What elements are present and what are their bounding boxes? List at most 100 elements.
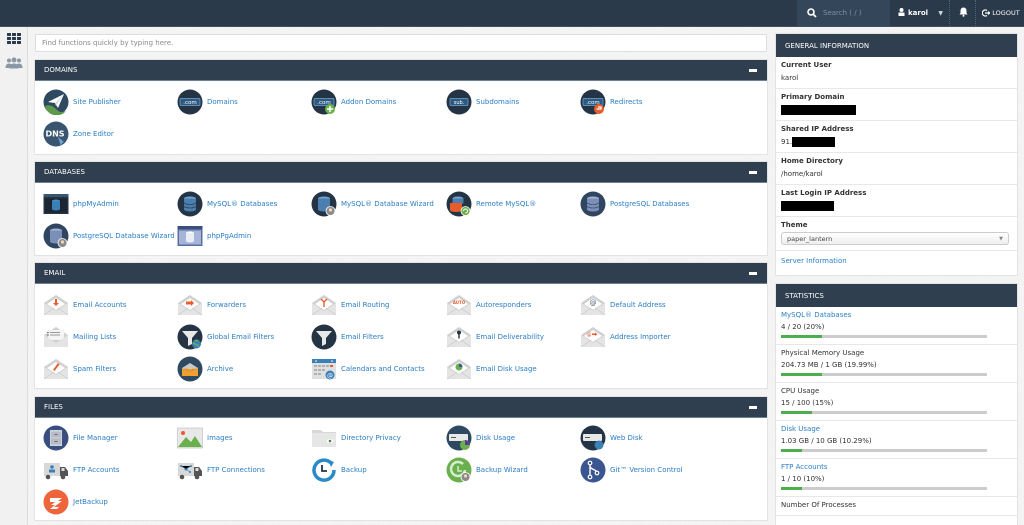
dotcom-icon: .com bbox=[177, 89, 203, 115]
tool-file-manager[interactable]: File Manager bbox=[43, 424, 118, 452]
tool-disk-usage[interactable]: Disk Usage bbox=[446, 424, 515, 452]
collapse-icon[interactable] bbox=[749, 272, 757, 275]
stat-label[interactable]: FTP Accounts bbox=[781, 463, 1012, 471]
tool-ftp-accounts[interactable]: FTP Accounts bbox=[43, 456, 120, 484]
logout-label: LOGOUT bbox=[992, 9, 1020, 17]
collapse-icon[interactable] bbox=[749, 171, 757, 174]
tool-subdomains[interactable]: sub. Subdomains bbox=[446, 88, 519, 116]
notifications-button[interactable] bbox=[952, 0, 976, 26]
tool-jetbackup[interactable]: JetBackup bbox=[43, 488, 108, 516]
tool-remote-mysql[interactable]: Remote MySQL® bbox=[446, 190, 536, 218]
tool-label: Email Routing bbox=[341, 301, 390, 309]
web-disk-icon bbox=[580, 425, 606, 451]
top-search[interactable] bbox=[797, 0, 890, 26]
email-accounts-icon bbox=[43, 292, 69, 318]
tool-label: Address Importer bbox=[610, 333, 671, 341]
email-panel-header[interactable]: EMAIL bbox=[35, 263, 767, 284]
tool-address-importer[interactable]: @ Address Importer bbox=[580, 323, 671, 351]
forwarders-icon bbox=[177, 292, 203, 318]
files-panel-header[interactable]: FILES bbox=[35, 397, 767, 418]
tool-mailing-lists[interactable]: Mailing Lists bbox=[43, 323, 116, 351]
info-label: Last Login IP Address bbox=[781, 189, 867, 197]
tool-domains[interactable]: .com Domains bbox=[177, 88, 238, 116]
tool-label: PostgreSQL Databases bbox=[610, 200, 690, 208]
general-information-panel: GENERAL INFORMATION Current User karol P… bbox=[775, 33, 1018, 276]
tool-email-deliverability[interactable]: Email Deliverability bbox=[446, 323, 544, 351]
tool-label: MySQL® Database Wizard bbox=[341, 200, 434, 208]
svg-text:@: @ bbox=[327, 373, 333, 380]
sub-domain-icon: sub. bbox=[446, 89, 472, 115]
tool-images[interactable]: Images bbox=[177, 424, 233, 452]
tool-spam-filters[interactable]: Spam Filters bbox=[43, 355, 116, 383]
svg-text:DNS: DNS bbox=[45, 130, 64, 139]
stat-row: Disk Usage 1.03 GB / 10 GB (10.29%) bbox=[776, 421, 1017, 459]
tool-backup[interactable]: Backup bbox=[311, 456, 367, 484]
top-search-input[interactable] bbox=[823, 5, 883, 21]
tool-postgresql-databases[interactable]: PostgreSQL Databases bbox=[580, 190, 689, 218]
tool-label: Default Address bbox=[610, 301, 666, 309]
user-menu[interactable]: karol ▼ bbox=[890, 0, 950, 26]
tool-directory-privacy[interactable]: Directory Privacy bbox=[311, 424, 401, 452]
redacted-block bbox=[781, 201, 834, 211]
database-icon bbox=[177, 191, 203, 217]
tool-ftp-connections[interactable]: FTP Connections bbox=[177, 456, 265, 484]
tools-grid-icon[interactable] bbox=[7, 33, 21, 45]
collapse-icon[interactable] bbox=[749, 69, 757, 72]
tool-default-address[interactable]: @ Default Address bbox=[580, 291, 666, 319]
tool-email-filters[interactable]: Email Filters bbox=[311, 323, 384, 351]
stat-label[interactable]: MySQL® Databases bbox=[781, 311, 1012, 319]
theme-value: paper_lantern bbox=[787, 234, 833, 243]
panel-title: GENERAL INFORMATION bbox=[785, 41, 870, 50]
statistics-list: MySQL® Databases 4 / 20 (20%) Physical Mem… bbox=[776, 307, 1017, 516]
tool-phppgadmin[interactable]: phpPgAdmin bbox=[177, 222, 251, 250]
stat-label[interactable]: Disk Usage bbox=[781, 425, 1012, 433]
tool-label: Remote MySQL® bbox=[476, 200, 537, 208]
databases-panel-header[interactable]: DATABASES bbox=[35, 162, 767, 183]
domains-panel-header[interactable]: DOMAINS bbox=[35, 60, 767, 81]
user-manager-icon[interactable] bbox=[5, 57, 23, 69]
bell-icon bbox=[959, 7, 968, 20]
tool-email-disk-usage[interactable]: Email Disk Usage bbox=[446, 355, 537, 383]
tool-label: Mailing Lists bbox=[73, 333, 117, 341]
tool-git-version-control[interactable]: Git™ Version Control bbox=[580, 456, 683, 484]
tool-site-publisher[interactable]: Site Publisher bbox=[43, 88, 121, 116]
tool-addon-domains[interactable]: .com Addon Domains bbox=[311, 88, 396, 116]
filter-icon bbox=[311, 324, 337, 350]
tool-redirects[interactable]: .com Redirects bbox=[580, 88, 643, 116]
tool-zone-editor[interactable]: DNS Zone Editor bbox=[43, 120, 114, 148]
disk-usage-icon bbox=[446, 425, 472, 451]
tool-global-email-filters[interactable]: Global Email Filters bbox=[177, 323, 274, 351]
tool-label: FTP Connections bbox=[207, 466, 265, 474]
info-label: Current User bbox=[781, 61, 832, 69]
tool-postgresql-database-wizard[interactable]: PostgreSQL Database Wizard bbox=[43, 222, 175, 250]
tool-mysql-databases[interactable]: MySQL® Databases bbox=[177, 190, 277, 218]
tool-autoresponders[interactable]: AUTO Autoresponders bbox=[446, 291, 531, 319]
server-info-row: Server Information bbox=[776, 251, 1017, 270]
progress-bar bbox=[781, 487, 987, 490]
tool-archive[interactable]: Archive bbox=[177, 355, 233, 383]
tool-email-accounts[interactable]: Email Accounts bbox=[43, 291, 127, 319]
tool-web-disk[interactable]: Web Disk bbox=[580, 424, 643, 452]
tool-mysql-database-wizard[interactable]: MySQL® Database Wizard bbox=[311, 190, 434, 218]
stat-label: CPU Usage bbox=[781, 387, 820, 395]
tool-backup-wizard[interactable]: Backup Wizard bbox=[446, 456, 528, 484]
server-information-link[interactable]: Server Information bbox=[781, 257, 847, 265]
tool-phpmyadmin[interactable]: phpMyAdmin bbox=[43, 190, 119, 218]
quick-find-input[interactable] bbox=[35, 34, 767, 52]
tool-calendars-and-contacts[interactable]: @ Calendars and Contacts bbox=[311, 355, 425, 383]
backup-clock-icon bbox=[311, 457, 337, 483]
search-icon bbox=[807, 8, 817, 18]
stat-row: FTP Accounts 1 / 10 (10%) bbox=[776, 459, 1017, 497]
tool-label: Backup Wizard bbox=[476, 466, 528, 474]
collapse-icon[interactable] bbox=[749, 406, 757, 409]
username: karol bbox=[908, 9, 929, 17]
chevron-down-icon: ▼ bbox=[938, 9, 943, 17]
logout-button[interactable]: LOGOUT bbox=[978, 0, 1024, 26]
global-filter-icon bbox=[177, 324, 203, 350]
tool-email-routing[interactable]: Email Routing bbox=[311, 291, 389, 319]
stat-row: CPU Usage 15 / 100 (15%) bbox=[776, 383, 1017, 421]
theme-select[interactable]: paper_lantern ▼ bbox=[781, 232, 1009, 245]
backup-wizard-icon bbox=[446, 457, 472, 483]
shared-ip-row: Shared IP Address 91. bbox=[776, 121, 1017, 153]
tool-forwarders[interactable]: Forwarders bbox=[177, 291, 246, 319]
